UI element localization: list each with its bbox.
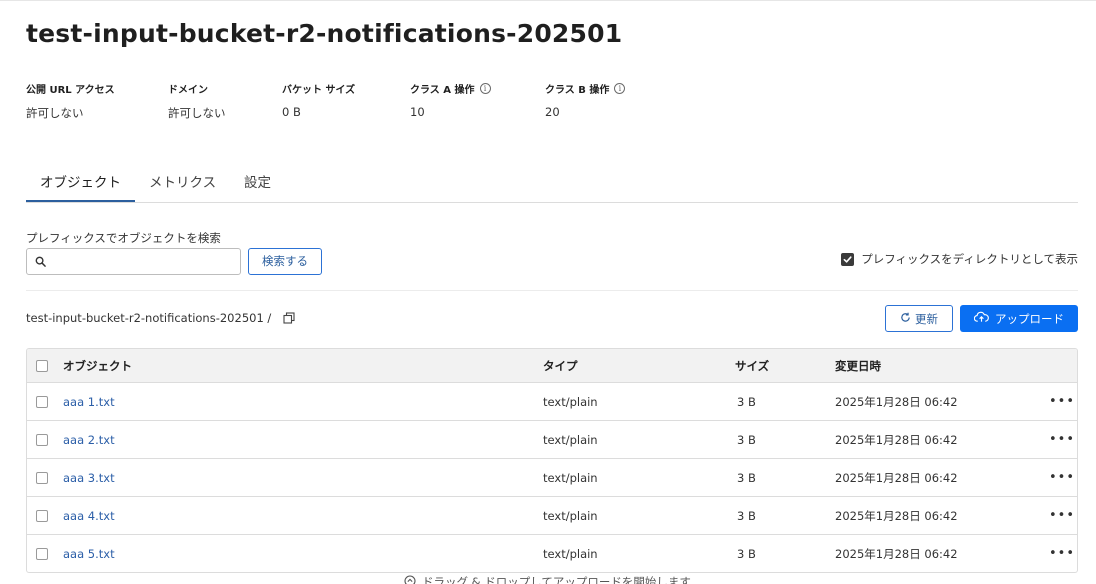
checkbox-checked-icon[interactable] [841,252,855,266]
object-modified: 2025年1月28日 06:42 [835,508,958,523]
header-object[interactable]: オブジェクト [63,349,132,382]
search-field[interactable] [26,248,241,275]
refresh-icon [900,312,911,326]
search-icon [35,252,46,271]
tab-objects[interactable]: オブジェクト [40,171,121,191]
object-type: text/plain [543,432,598,447]
object-size: 3 B [737,508,756,523]
object-type: text/plain [543,394,598,409]
copy-icon[interactable] [283,312,295,324]
table-row: aaa 4.txt text/plain 3 B 2025年1月28日 06:4… [27,497,1077,535]
stat-class-b-ops: クラス B 操作 i 20 [545,81,626,119]
table-row: aaa 5.txt text/plain 3 B 2025年1月28日 06:4… [27,535,1077,572]
stat-value: 10 [410,105,425,119]
object-size: 3 B [737,546,756,561]
refresh-button[interactable]: 更新 [885,305,953,332]
bucket-details-page: test-input-bucket-r2-notifications-20250… [0,0,1096,584]
more-horizontal-icon[interactable]: ••• [1049,421,1075,458]
search-button[interactable]: 検索する [248,248,322,275]
object-name-link[interactable]: aaa 5.txt [63,535,115,572]
object-type: text/plain [543,470,598,485]
info-icon[interactable]: i [479,83,491,94]
stat-label: 公開 URL アクセス [26,85,115,96]
table-row: aaa 1.txt text/plain 3 B 2025年1月28日 06:4… [27,383,1077,421]
stat-value: 0 B [282,105,301,119]
breadcrumb-path[interactable]: test-input-bucket-r2-notifications-20250… [26,311,271,325]
tab-settings[interactable]: 設定 [244,171,271,191]
object-modified: 2025年1月28日 06:42 [835,394,958,409]
row-checkbox[interactable] [36,509,48,522]
object-modified: 2025年1月28日 06:42 [835,432,958,447]
search-input[interactable] [52,254,226,269]
objects-table: オブジェクト タイプ サイズ 変更日時 aaa 1.txt text/plain… [26,348,1078,573]
object-size: 3 B [737,432,756,447]
object-name-link[interactable]: aaa 3.txt [63,459,115,496]
tab-metrics[interactable]: メトリクス [149,171,216,191]
drop-hint-text: ドラッグ & ドロップしてアップロードを開始します [422,575,691,584]
tab-bar: オブジェクト メトリクス 設定 [26,163,1078,203]
object-modified: 2025年1月28日 06:42 [835,470,958,485]
stat-label: ドメイン [168,85,208,96]
search-label: プレフィックスでオブジェクトを検索 [26,231,221,245]
header-type[interactable]: タイプ [543,349,578,382]
stat-class-a-ops: クラス A 操作 i 10 [410,81,491,119]
upload-label: アップロード [995,311,1064,326]
row-checkbox[interactable] [36,395,48,408]
more-horizontal-icon[interactable]: ••• [1049,383,1075,420]
stat-bucket-size: バケット サイズ 0 B [282,81,355,119]
more-horizontal-icon[interactable]: ••• [1049,497,1075,534]
breadcrumb: test-input-bucket-r2-notifications-20250… [26,311,295,325]
object-size: 3 B [737,470,756,485]
page-title: test-input-bucket-r2-notifications-20250… [26,19,623,48]
more-horizontal-icon[interactable]: ••• [1049,459,1075,496]
object-type: text/plain [543,508,598,523]
refresh-label: 更新 [915,311,938,326]
stat-label: クラス B 操作 [545,85,610,96]
object-size: 3 B [737,394,756,409]
stat-label: クラス A 操作 [410,85,475,96]
drop-zone-hint: ドラッグ & ドロップしてアップロードを開始します [404,574,691,584]
table-row: aaa 3.txt text/plain 3 B 2025年1月28日 06:4… [27,459,1077,497]
cloud-upload-icon [973,311,989,326]
header-modified[interactable]: 変更日時 [835,349,881,382]
more-horizontal-icon[interactable]: ••• [1049,535,1075,572]
upload-button[interactable]: アップロード [960,305,1078,332]
stat-public-url: 公開 URL アクセス 許可しない [26,81,115,121]
object-name-link[interactable]: aaa 1.txt [63,383,115,420]
object-name-link[interactable]: aaa 2.txt [63,421,115,458]
table-header: オブジェクト タイプ サイズ 変更日時 [27,349,1077,383]
info-icon[interactable]: i [614,83,626,94]
object-name-link[interactable]: aaa 4.txt [63,497,115,534]
upload-hint-icon [404,574,416,584]
directory-toggle-label: プレフィックスをディレクトリとして表示 [861,252,1078,266]
stat-value: 許可しない [168,106,226,120]
header-size[interactable]: サイズ [735,349,769,382]
active-tab-indicator [26,200,135,202]
row-checkbox[interactable] [36,471,48,484]
object-modified: 2025年1月28日 06:42 [835,546,958,561]
section-divider [26,290,1078,291]
stat-domain: ドメイン 許可しない [168,81,226,121]
stat-value: 許可しない [26,106,84,120]
directory-toggle[interactable]: プレフィックスをディレクトリとして表示 [841,251,1078,267]
stat-value: 20 [545,105,560,119]
row-checkbox[interactable] [36,547,48,560]
table-row: aaa 2.txt text/plain 3 B 2025年1月28日 06:4… [27,421,1077,459]
object-type: text/plain [543,546,598,561]
bucket-stats: 公開 URL アクセス 許可しない ドメイン 許可しない バケット サイズ 0 … [0,81,1096,121]
stat-label: バケット サイズ [282,85,356,96]
row-checkbox[interactable] [36,433,48,446]
select-all-checkbox[interactable] [36,359,48,372]
